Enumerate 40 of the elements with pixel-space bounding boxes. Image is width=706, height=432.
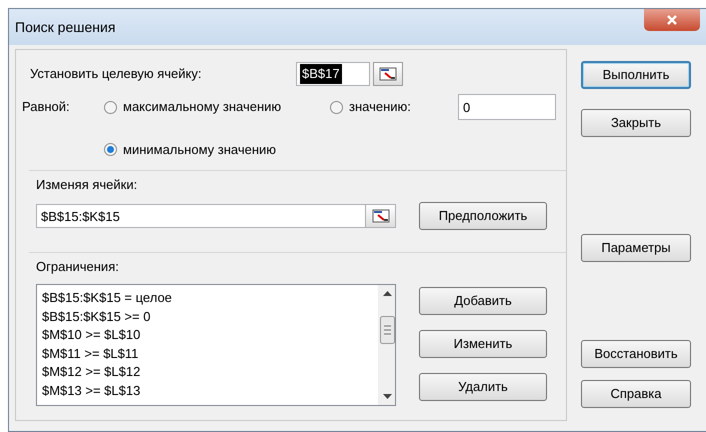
- constraint-button[interactable]: Изменить: [419, 330, 547, 358]
- scrollbar[interactable]: [378, 285, 395, 405]
- radio-button[interactable]: [104, 100, 117, 114]
- constraint-item[interactable]: $M$12 >= $L$12: [42, 363, 140, 382]
- constraint-item[interactable]: $M$13 >= $L$13: [42, 382, 140, 400]
- radio-label[interactable]: максимальному значению: [123, 97, 282, 117]
- range-select-icon: [379, 67, 398, 81]
- dialog-button[interactable]: Восстановить: [581, 340, 691, 368]
- constraint-item[interactable]: $B$15:$K$15 = целое: [42, 289, 172, 308]
- equal-label: Равной:: [22, 98, 71, 116]
- target-label: Установить целевую ячейку:: [30, 65, 202, 84]
- constraint-button[interactable]: Удалить: [419, 373, 547, 401]
- radio-button[interactable]: [330, 100, 343, 114]
- target-field[interactable]: $B$17: [296, 62, 370, 86]
- range-select-icon: [372, 209, 390, 223]
- radio-label[interactable]: значению:: [349, 97, 411, 117]
- changing-cells-field[interactable]: $B$15:$K$15: [36, 204, 366, 228]
- scroll-up-icon[interactable]: [382, 291, 392, 296]
- guess-button[interactable]: Предположить: [419, 202, 547, 230]
- radio-label[interactable]: минимальному значению: [123, 140, 276, 160]
- range-select-button[interactable]: [373, 62, 404, 86]
- scroll-down-icon[interactable]: [382, 394, 392, 399]
- scroll-thumb[interactable]: [380, 316, 394, 344]
- radio-button[interactable]: [104, 143, 117, 156]
- value-field[interactable]: 0: [458, 94, 556, 120]
- constraints-label: Ограничения:: [36, 258, 119, 274]
- window-title: Поиск решения: [15, 18, 116, 37]
- constraint-item[interactable]: $M$10 >= $L$10: [42, 326, 140, 344]
- dialog-button[interactable]: Справка: [581, 380, 691, 408]
- dialog-button[interactable]: Закрыть: [581, 109, 691, 137]
- constraint-item[interactable]: $B$15:$K$15 >= 0: [42, 308, 150, 326]
- dialog-button[interactable]: Параметры: [581, 234, 691, 262]
- constraint-button[interactable]: Добавить: [419, 287, 547, 315]
- close-icon: [666, 14, 678, 26]
- dialog-button[interactable]: Выполнить: [581, 61, 691, 89]
- range-select-button[interactable]: [366, 204, 396, 228]
- constraint-item[interactable]: $M$11 >= $L$11: [42, 344, 138, 363]
- close-button[interactable]: [644, 9, 700, 31]
- changing-cells-label: Изменяя ячейки:: [36, 176, 138, 192]
- target-value: $B$17: [300, 64, 342, 84]
